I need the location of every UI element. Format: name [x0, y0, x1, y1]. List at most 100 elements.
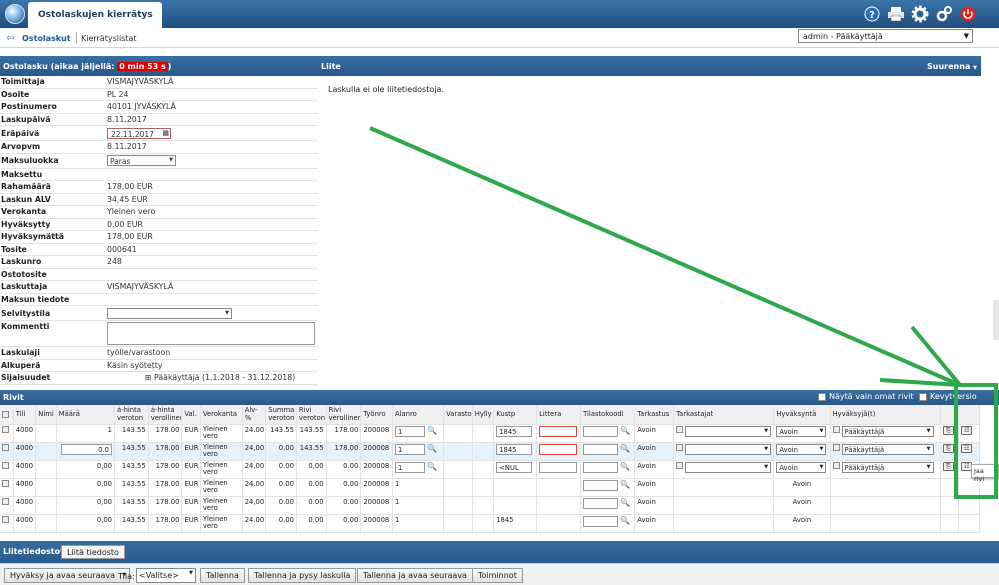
- checkbox[interactable]: [818, 392, 826, 401]
- split-row-icon[interactable]: ☷: [961, 425, 973, 435]
- checkers-select[interactable]: [685, 443, 772, 455]
- col-header[interactable]: Alanro: [392, 405, 445, 425]
- light-version-toggle[interactable]: Kevytversio: [919, 392, 977, 401]
- attach-file-button[interactable]: Liitä tiedosto: [61, 545, 125, 559]
- checker-checkbox[interactable]: [676, 426, 684, 433]
- col-header[interactable]: Rivi veroton: [296, 405, 327, 425]
- select-all-checkbox[interactable]: [2, 410, 9, 418]
- tab-ostolaskujen-kierratys[interactable]: Ostolaskujen kierrätys: [28, 2, 162, 28]
- stat-code-input[interactable]: [583, 443, 619, 455]
- col-header[interactable]: Littera: [536, 405, 582, 425]
- copy-row-icon[interactable]: ⎘: [942, 443, 954, 453]
- approve-and-next-button[interactable]: Hyväksy ja avaa seuraava ▼: [4, 568, 131, 583]
- approver-checkbox[interactable]: [832, 444, 840, 451]
- col-header[interactable]: Työnro: [360, 405, 393, 425]
- col-header[interactable]: Tilastokoodi: [580, 405, 636, 425]
- col-header[interactable]: Määrä: [56, 405, 115, 425]
- table-row[interactable]: 4000 1 143.55 178.00 EUR Yleinen vero 24.00 143…: [0, 424, 980, 443]
- col-header[interactable]: Varasto: [443, 405, 473, 425]
- split-row-icon[interactable]: ☷: [961, 443, 973, 453]
- row-checkbox[interactable]: [2, 462, 9, 469]
- approvers-select[interactable]: Pääkäyttäjä: [841, 425, 934, 437]
- row-checkbox[interactable]: [2, 426, 9, 433]
- clarification-status-select[interactable]: [107, 307, 232, 319]
- cost-center-input[interactable]: <NUL: [496, 461, 533, 473]
- checker-checkbox[interactable]: [676, 444, 684, 451]
- sub-no-input[interactable]: 1: [395, 461, 425, 473]
- search-icon[interactable]: 🔍: [620, 462, 630, 471]
- save-and-next-button[interactable]: Tallenna ja avaa seuraava: [357, 568, 473, 583]
- checkers-select[interactable]: [685, 461, 772, 473]
- littera-input[interactable]: [539, 461, 578, 473]
- row-checkbox[interactable]: [2, 480, 9, 487]
- col-header[interactable]: Val.: [181, 405, 201, 425]
- nav-link-kierratyslistat[interactable]: Kierrätyslistat: [81, 34, 137, 43]
- functions-button[interactable]: Toiminnot: [472, 568, 523, 583]
- sub-no-input[interactable]: 1: [395, 425, 425, 437]
- scrollbar[interactable]: [993, 300, 999, 340]
- col-header[interactable]: Alv-%: [242, 405, 267, 425]
- search-icon[interactable]: 🔍: [427, 426, 437, 435]
- expand-icon[interactable]: ⊞: [145, 373, 152, 382]
- print-icon[interactable]: [887, 5, 905, 23]
- stat-code-input[interactable]: [583, 461, 619, 473]
- user-settings-icon[interactable]: [935, 5, 953, 23]
- approver-checkbox[interactable]: [832, 426, 840, 433]
- cost-center-input[interactable]: 1845: [496, 443, 533, 455]
- row-checkbox[interactable]: [2, 498, 9, 505]
- cost-center-input[interactable]: 1845: [496, 425, 533, 437]
- table-row[interactable]: 4000 0,00 143.55 178.00 EUR Yleinen vero 24.00…: [0, 514, 980, 533]
- quantity-input[interactable]: 0.0: [60, 443, 112, 455]
- copy-row-icon[interactable]: ⎘: [942, 461, 954, 471]
- help-icon[interactable]: ?: [863, 5, 881, 23]
- stat-code-input[interactable]: [583, 479, 619, 491]
- calendar-icon[interactable]: ▦: [162, 129, 169, 137]
- status-select[interactable]: <Valitse>: [136, 568, 196, 583]
- col-header[interactable]: Kustp: [493, 405, 538, 425]
- approval-select[interactable]: Avoin: [776, 425, 827, 437]
- search-icon[interactable]: 🔍: [620, 516, 630, 525]
- copy-row-icon[interactable]: ⎘: [942, 425, 954, 435]
- approvers-select[interactable]: Pääkäyttäjä: [841, 443, 934, 455]
- approvers-select[interactable]: Pääkäyttäjä: [841, 461, 934, 473]
- col-header[interactable]: Tili: [13, 405, 37, 425]
- col-header[interactable]: Hylly: [472, 405, 495, 425]
- save-and-stay-button[interactable]: Tallenna ja pysy laskulla: [248, 568, 357, 583]
- col-header[interactable]: Nimi: [35, 405, 57, 425]
- col-header[interactable]: Tarkastajat: [673, 405, 775, 425]
- col-header[interactable]: á-hinta veroton: [114, 405, 149, 425]
- search-icon[interactable]: 🔍: [427, 462, 437, 471]
- stat-code-input[interactable]: [583, 515, 619, 527]
- due-date-input[interactable]: 22.11.2017 ▦: [107, 127, 171, 139]
- own-rows-toggle[interactable]: Näytä vain omat rivit: [818, 392, 914, 401]
- col-header[interactable]: Rivi verollinen: [326, 405, 362, 425]
- stat-code-input[interactable]: [583, 425, 619, 437]
- checkbox[interactable]: [919, 392, 927, 401]
- app-logo[interactable]: [5, 4, 25, 24]
- row-checkbox[interactable]: [2, 444, 9, 451]
- table-row[interactable]: 4000 0,00 143.55 178.00 EUR Yleinen vero 24,00…: [0, 460, 980, 479]
- approval-select[interactable]: Avoin: [776, 443, 827, 455]
- search-icon[interactable]: 🔍: [620, 480, 630, 489]
- col-header[interactable]: Summa veroton: [265, 405, 297, 425]
- table-row[interactable]: 4000 0,00 143.55 178.00 EUR Yleinen vero 24,00…: [0, 496, 980, 515]
- user-role-select[interactable]: admin - Pääkäyttäjä ▼: [798, 29, 973, 43]
- logout-power-icon[interactable]: [959, 5, 977, 23]
- back-arrow-icon[interactable]: ⇦: [6, 33, 14, 44]
- nav-link-ostolaskut[interactable]: Ostolaskut: [22, 34, 71, 43]
- checker-checkbox[interactable]: [676, 462, 684, 469]
- col-header[interactable]: Verokanta: [200, 405, 243, 425]
- checkers-select[interactable]: [685, 425, 772, 437]
- search-icon[interactable]: 🔍: [620, 498, 630, 507]
- littera-input[interactable]: [539, 443, 578, 455]
- col-header[interactable]: Hyväksyntä: [773, 405, 831, 425]
- comment-textarea[interactable]: [107, 322, 315, 345]
- littera-input[interactable]: [539, 425, 578, 437]
- sub-no-input[interactable]: 1: [395, 443, 425, 455]
- approval-select[interactable]: Avoin: [776, 461, 827, 473]
- col-header[interactable]: Hyväksyjä(t): [830, 405, 941, 425]
- row-checkbox[interactable]: [2, 516, 9, 523]
- col-header[interactable]: Tarkastus: [634, 405, 675, 425]
- approver-checkbox[interactable]: [832, 462, 840, 469]
- enlarge-button[interactable]: Suurenna ▼: [927, 62, 977, 71]
